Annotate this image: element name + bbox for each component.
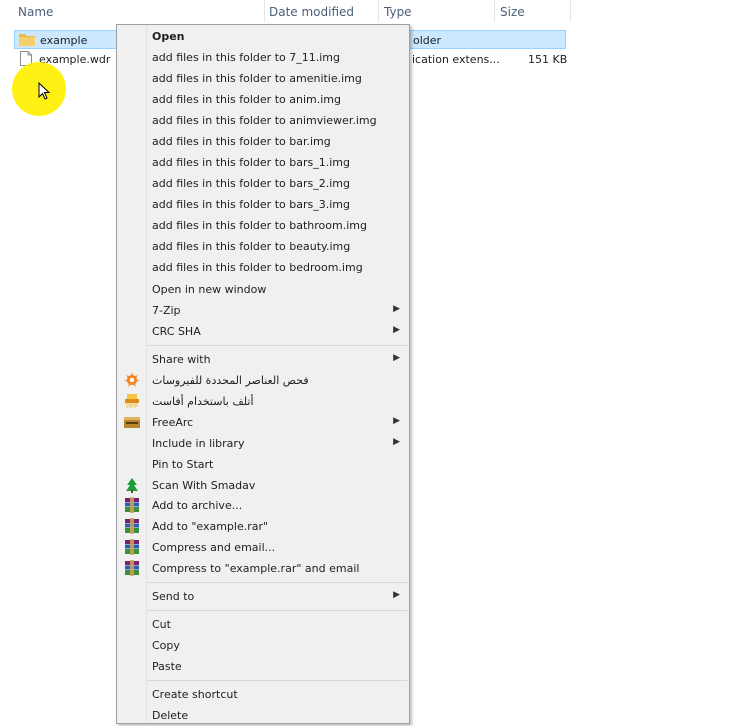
smadav-icon [126, 478, 138, 493]
menu-item-label: Pin to Start [152, 458, 214, 471]
menu-item-label: Open [152, 30, 185, 43]
menu-item-label: add files in this folder to bedroom.img [152, 261, 363, 274]
menu-item-label: Share with [152, 353, 211, 366]
menu-item-label: add files in this folder to bar.img [152, 135, 331, 148]
menu-item-label: add files in this folder to 7_11.img [152, 51, 340, 64]
menu-item-scan-with-smadav[interactable]: Scan With Smadav [117, 475, 409, 496]
menu-item-add-to-bathroom-img[interactable]: add files in this folder to bathroom.img [117, 215, 409, 236]
shredder-icon [125, 394, 139, 408]
menu-separator [147, 345, 407, 346]
column-divider[interactable] [494, 0, 495, 22]
avast-icon [124, 372, 140, 387]
menu-item-add-to-7-11-img[interactable]: add files in this folder to 7_11.img [117, 47, 409, 68]
column-divider[interactable] [378, 0, 379, 22]
winrar-icon [125, 560, 139, 576]
file-size: 151 KB [528, 53, 568, 66]
file-type: ication extens... [412, 53, 500, 66]
column-divider[interactable] [570, 0, 571, 22]
menu-item-add-to-beauty-img[interactable]: add files in this folder to beauty.img [117, 236, 409, 257]
menu-item-send-to[interactable]: Send to ▶ [117, 586, 409, 607]
file-name: example [40, 34, 88, 47]
menu-item-label: add files in this folder to anim.img [152, 93, 341, 106]
menu-separator [147, 610, 407, 611]
menu-item-share-with[interactable]: Share with ▶ [117, 349, 409, 370]
menu-item-add-to-animviewer-img[interactable]: add files in this folder to animviewer.i… [117, 110, 409, 131]
menu-item-label: Send to [152, 590, 195, 603]
menu-item-label: add files in this folder to bars_1.img [152, 156, 350, 169]
column-divider[interactable] [264, 0, 265, 22]
menu-item-label: Delete [152, 709, 189, 722]
menu-item-add-to-amenitie-img[interactable]: add files in this folder to amenitie.img [117, 68, 409, 89]
submenu-arrow-icon: ▶ [393, 437, 400, 447]
menu-item-compress-to-rar-and-email[interactable]: Compress to "example.rar" and email [117, 558, 409, 579]
menu-item-label: Paste [152, 660, 182, 673]
menu-item-create-shortcut[interactable]: Create shortcut [117, 684, 409, 705]
menu-item-add-to-anim-img[interactable]: add files in this folder to anim.img [117, 89, 409, 110]
menu-item-label: Open in new window [152, 283, 267, 296]
column-size-header[interactable]: Size [500, 5, 525, 19]
menu-item-open-in-new-window[interactable]: Open in new window [117, 279, 409, 300]
menu-item-7-zip[interactable]: 7-Zip ▶ [117, 300, 409, 321]
submenu-arrow-icon: ▶ [393, 325, 400, 335]
menu-item-label: add files in this folder to bathroom.img [152, 219, 367, 232]
menu-item-freearc[interactable]: FreeArc ▶ [117, 412, 409, 433]
submenu-arrow-icon: ▶ [393, 416, 400, 426]
menu-item-label: CRC SHA [152, 325, 201, 338]
submenu-arrow-icon: ▶ [393, 304, 400, 314]
menu-item-add-to-example-rar[interactable]: Add to "example.rar" [117, 516, 409, 537]
menu-item-label: add files in this folder to bars_3.img [152, 198, 350, 211]
menu-item-paste[interactable]: Paste [117, 656, 409, 677]
menu-item-pin-to-start[interactable]: Pin to Start [117, 454, 409, 475]
column-type-header[interactable]: Type [384, 5, 412, 19]
column-header: Name Date modified Type Size [0, 0, 739, 24]
menu-item-label: Add to archive... [152, 499, 243, 512]
menu-item-add-to-bars-3-img[interactable]: add files in this folder to bars_3.img [117, 194, 409, 215]
menu-item-label: 7-Zip [152, 304, 181, 317]
winrar-icon [125, 497, 139, 513]
menu-item-label: Create shortcut [152, 688, 238, 701]
menu-item-label: add files in this folder to animviewer.i… [152, 114, 377, 127]
folder-icon [19, 34, 35, 46]
context-menu: Open add files in this folder to 7_11.im… [116, 24, 410, 724]
submenu-arrow-icon: ▶ [393, 353, 400, 363]
menu-item-copy[interactable]: Copy [117, 635, 409, 656]
menu-separator [147, 680, 407, 681]
submenu-arrow-icon: ▶ [393, 590, 400, 600]
menu-item-label: FreeArc [152, 416, 194, 429]
menu-item-label: Copy [152, 639, 180, 652]
menu-item-label: Compress to "example.rar" and email [152, 562, 360, 575]
menu-item-delete[interactable]: Delete [117, 705, 409, 726]
mouse-pointer-icon [38, 82, 51, 100]
menu-item-label: أتلف باستخدام أفاست [152, 395, 254, 408]
menu-item-label: Add to "example.rar" [152, 520, 269, 533]
menu-item-add-to-archive[interactable]: Add to archive... [117, 495, 409, 516]
menu-item-avast-scan[interactable]: فحص العناصر المحددة للفيروسات [117, 370, 409, 391]
file-type: older [413, 34, 442, 47]
menu-item-label: add files in this folder to amenitie.img [152, 72, 362, 85]
menu-item-open[interactable]: Open [117, 26, 409, 47]
menu-item-add-to-bedroom-img[interactable]: add files in this folder to bedroom.img [117, 257, 409, 278]
menu-item-include-in-library[interactable]: Include in library ▶ [117, 433, 409, 454]
column-date-modified-header[interactable]: Date modified [269, 5, 354, 19]
menu-item-label: Include in library [152, 437, 245, 450]
menu-item-add-to-bars-1-img[interactable]: add files in this folder to bars_1.img [117, 152, 409, 173]
menu-item-cut[interactable]: Cut [117, 614, 409, 635]
menu-item-label: فحص العناصر المحددة للفيروسات [152, 374, 309, 387]
menu-item-add-to-bar-img[interactable]: add files in this folder to bar.img [117, 131, 409, 152]
menu-item-crc-sha[interactable]: CRC SHA ▶ [117, 321, 409, 342]
menu-separator [147, 582, 407, 583]
winrar-icon [125, 518, 139, 534]
menu-item-avast-shred[interactable]: أتلف باستخدام أفاست [117, 391, 409, 412]
freearc-icon [124, 417, 140, 428]
winrar-icon [125, 539, 139, 555]
menu-item-label: add files in this folder to bars_2.img [152, 177, 350, 190]
menu-item-label: Cut [152, 618, 171, 631]
menu-item-label: Compress and email... [152, 541, 276, 554]
menu-item-label: Scan With Smadav [152, 479, 256, 492]
menu-item-label: add files in this folder to beauty.img [152, 240, 351, 253]
column-name-header[interactable]: Name [18, 5, 53, 19]
menu-item-compress-and-email[interactable]: Compress and email... [117, 537, 409, 558]
menu-item-add-to-bars-2-img[interactable]: add files in this folder to bars_2.img [117, 173, 409, 194]
